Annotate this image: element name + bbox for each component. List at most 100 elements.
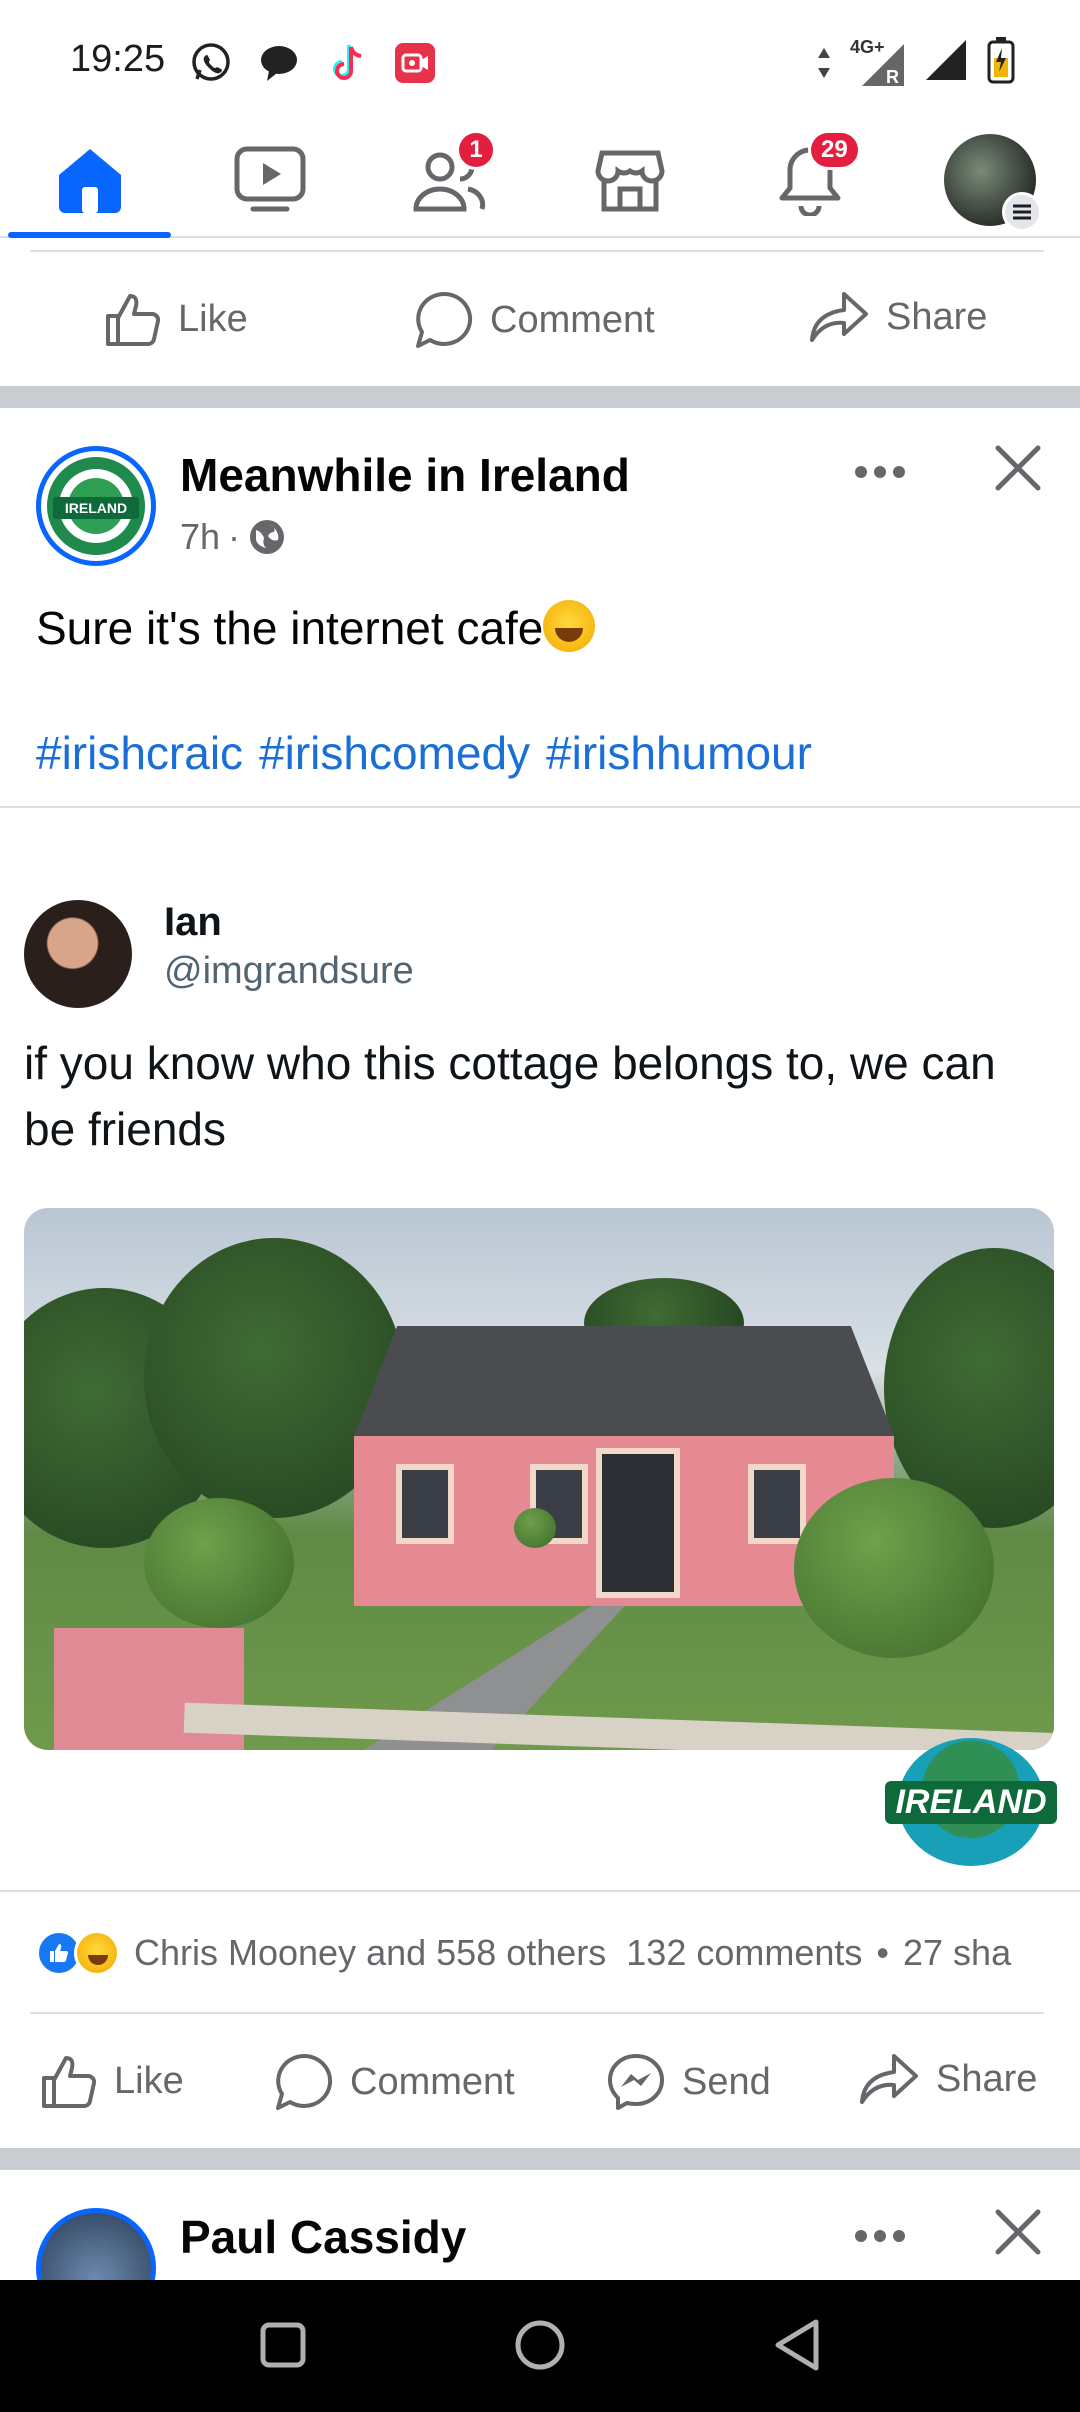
tab-video[interactable]	[210, 130, 330, 230]
comment-icon	[276, 2053, 333, 2110]
send-label: Send	[682, 2060, 771, 2103]
post-time[interactable]: 7h	[180, 516, 220, 558]
messages-icon	[256, 40, 302, 86]
recents-button[interactable]	[248, 2310, 318, 2380]
hide-post-button[interactable]	[986, 436, 1050, 500]
recents-icon	[260, 2322, 306, 2368]
more-options-button[interactable]	[848, 2204, 912, 2268]
comments-count[interactable]: 132 comments	[626, 1932, 862, 1974]
signal-icon	[924, 38, 968, 87]
status-bar: 19:25 4G+ R	[0, 0, 1080, 120]
bullet-separator: •	[876, 1932, 889, 1973]
comment-label: Comment	[490, 298, 655, 341]
globe-icon	[250, 520, 285, 554]
page-watermark-logo: IRELAND	[885, 1738, 1057, 1866]
post-text: Sure it's the internet cafe	[36, 600, 596, 655]
avatar-icon	[944, 134, 1042, 232]
notifications-badge: 29	[808, 130, 861, 170]
more-icon	[855, 2230, 905, 2242]
divider	[30, 2012, 1044, 2014]
page-logo: IRELAND	[47, 457, 145, 555]
share-button[interactable]: Share	[808, 290, 987, 344]
divider	[0, 806, 1080, 808]
hashtag-link[interactable]: #irishhumour	[546, 726, 812, 780]
thumbs-up-icon	[42, 2056, 97, 2108]
page-avatar[interactable]: IRELAND	[36, 446, 156, 566]
send-button[interactable]: Send	[606, 2052, 771, 2112]
thumbs-up-icon	[106, 294, 161, 346]
comment-button[interactable]: Comment	[414, 290, 655, 350]
post-caption: Sure it's the internet cafe	[36, 602, 544, 654]
divider	[0, 1890, 1080, 1892]
next-post-author[interactable]: Paul Cassidy	[180, 2210, 466, 2264]
more-options-button[interactable]	[848, 440, 912, 504]
prev-post-action-bar: Like Comment Share	[0, 254, 1080, 384]
like-label: Like	[178, 297, 248, 340]
cottage-roof	[354, 1326, 894, 1436]
status-system-icons: 4G+ R	[816, 36, 1016, 89]
home-icon	[59, 149, 121, 213]
top-navigation: 1 29	[0, 120, 1080, 238]
share-label: Share	[886, 295, 988, 338]
battery-icon	[986, 36, 1016, 89]
more-icon	[855, 466, 905, 478]
feed-separator	[0, 2148, 1080, 2170]
marketplace-icon	[595, 150, 665, 212]
watermark-text: IRELAND	[885, 1780, 1057, 1824]
share-icon	[810, 292, 868, 342]
tab-profile[interactable]	[930, 130, 1050, 232]
tiktok-icon	[324, 40, 370, 86]
status-time: 19:25	[70, 38, 166, 80]
post-author[interactable]: Meanwhile in Ireland	[180, 448, 630, 502]
home-circle-icon	[515, 2320, 565, 2370]
like-button[interactable]: Like	[104, 290, 248, 348]
post-action-bar: Like Comment Send Share	[0, 2016, 1080, 2146]
whatsapp-icon	[188, 40, 234, 86]
friends-badge: 1	[456, 130, 496, 170]
close-icon	[995, 2209, 1041, 2255]
like-button[interactable]: Like	[40, 2052, 184, 2110]
tab-home[interactable]	[30, 130, 150, 230]
tab-marketplace[interactable]	[570, 130, 690, 230]
roaming-indicator: R	[886, 66, 899, 87]
haha-reaction-icon	[74, 1930, 120, 1976]
share-label: Share	[936, 2057, 1038, 2100]
page-logo-text: IRELAND	[53, 497, 139, 519]
status-notification-icons	[188, 40, 438, 86]
post-photo[interactable]	[24, 1208, 1054, 1750]
like-label: Like	[114, 2059, 184, 2102]
close-icon	[995, 445, 1041, 491]
messenger-icon	[608, 2054, 664, 2110]
hashtag-link[interactable]: #irishcomedy	[259, 726, 530, 780]
share-button[interactable]: Share	[858, 2052, 1037, 2106]
meta-separator: ·	[228, 516, 241, 557]
network-signal-4g: 4G+ R	[850, 38, 906, 88]
grinning-squinting-emoji-icon	[543, 600, 596, 652]
tweet-handle: @imgrandsure	[164, 950, 414, 992]
tweet-name: Ian	[164, 900, 222, 944]
comment-icon	[416, 291, 473, 348]
share-icon	[860, 2054, 918, 2104]
system-navigation-bar	[0, 2280, 1080, 2412]
reactions-summary[interactable]: Chris Mooney and 558 others 132 comments…	[36, 1930, 1011, 1976]
back-icon	[775, 2319, 819, 2371]
home-button[interactable]	[505, 2310, 575, 2380]
comment-button[interactable]: Comment	[274, 2052, 515, 2112]
hashtag-link[interactable]: #irishcraic	[36, 726, 243, 780]
tweet-text: if you know who this cottage belongs to,…	[24, 1037, 996, 1155]
tab-friends[interactable]: 1	[390, 130, 510, 230]
shares-count[interactable]: 27 sha	[903, 1932, 1011, 1974]
back-button[interactable]	[762, 2310, 832, 2380]
comment-label: Comment	[350, 2060, 515, 2103]
menu-icon	[1002, 192, 1042, 232]
active-tab-indicator	[8, 232, 171, 238]
data-arrows-icon	[816, 46, 832, 80]
hide-post-button[interactable]	[986, 2200, 1050, 2264]
screen-recorder-icon	[392, 40, 438, 86]
divider	[30, 250, 1044, 252]
tweet-avatar	[24, 900, 132, 1008]
feed-separator	[0, 386, 1080, 408]
tab-notifications[interactable]: 29	[750, 130, 870, 230]
reactions-count: Chris Mooney and 558 others	[134, 1932, 607, 1973]
hashtags: #irishcraic #irishcomedy #irishhumour	[36, 726, 812, 780]
